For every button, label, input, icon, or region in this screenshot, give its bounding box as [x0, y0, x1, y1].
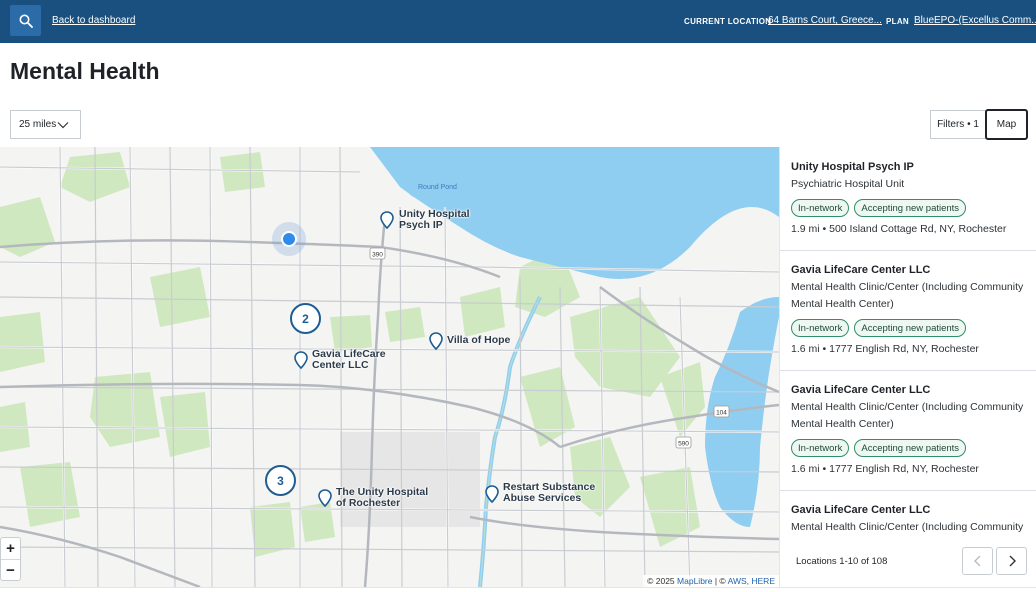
map-marker-label: Gavia LifeCare Center LLC — [312, 348, 386, 371]
in-network-badge: In-network — [791, 439, 850, 457]
map-pin-icon[interactable] — [429, 332, 443, 355]
distance-select[interactable]: 25 miles — [10, 110, 81, 139]
plan-link[interactable]: BlueEPO-(Excellus Comm... — [914, 15, 1036, 26]
result-type: Psychiatric Hospital Unit — [791, 178, 905, 190]
previous-page-button[interactable] — [962, 547, 993, 575]
road-shield-390: 390 — [372, 252, 383, 259]
result-type: Mental Health Clinic/Center (Including C… — [791, 521, 1024, 533]
map-pin-icon[interactable] — [380, 211, 394, 234]
result-card[interactable]: Unity Hospital Psych IP Psychiatric Hosp… — [780, 147, 1036, 251]
zoom-in-button[interactable]: + — [1, 538, 20, 559]
accepting-patients-badge: Accepting new patients — [854, 199, 967, 217]
user-location-marker — [272, 222, 306, 256]
map-cluster[interactable]: 2 — [290, 303, 321, 334]
road-shield-590: 590 — [678, 441, 689, 448]
map-view-button[interactable]: Map — [985, 109, 1028, 140]
current-location-link[interactable]: 64 Barns Court, Greece... — [768, 15, 882, 26]
map-marker-label: Villa of Hope — [447, 334, 511, 346]
result-name: Gavia LifeCare Center LLC — [791, 264, 931, 276]
result-card[interactable]: Gavia LifeCare Center LLC Mental Health … — [780, 251, 1036, 371]
in-network-badge: In-network — [791, 199, 850, 217]
search-button[interactable] — [10, 5, 41, 36]
plan-label: PLAN — [886, 17, 909, 26]
in-network-badge: In-network — [791, 319, 850, 337]
result-name: Gavia LifeCare Center LLC — [791, 504, 931, 516]
result-card[interactable]: Gavia LifeCare Center LLC Mental Health … — [780, 371, 1036, 491]
result-type: Mental Health Clinic/Center (Including C… — [791, 401, 1024, 430]
next-page-button[interactable] — [996, 547, 1027, 575]
map-attribution: © 2025 MapLibre | © AWS, HERE — [643, 575, 779, 587]
water-label: Round Pond — [418, 184, 457, 191]
chevron-right-icon — [1009, 555, 1016, 567]
result-address: 1.6 mi • 1777 English Rd, NY, Rochester — [791, 343, 979, 355]
map[interactable]: 390 104 590 Round Pond 2 3 Unity Hospita… — [0, 147, 779, 587]
zoom-control: + − — [0, 537, 21, 581]
map-marker-label: Unity Hospital Psych IP — [399, 208, 470, 231]
top-bar: Back to dashboard CURRENT LOCATION 64 Ba… — [0, 0, 1036, 43]
chevron-down-icon — [57, 122, 69, 129]
chevron-left-icon — [973, 555, 980, 567]
result-name: Unity Hospital Psych IP — [791, 161, 914, 173]
results-list: Unity Hospital Psych IP Psychiatric Hosp… — [779, 147, 1036, 537]
pagination: Locations 1-10 of 108 — [779, 537, 1036, 587]
accepting-patients-badge: Accepting new patients — [854, 439, 967, 457]
result-name: Gavia LifeCare Center LLC — [791, 384, 931, 396]
map-pin-icon[interactable] — [485, 485, 499, 508]
result-address: 1.9 mi • 500 Island Cottage Rd, NY, Roch… — [791, 223, 1007, 235]
aws-here-link[interactable]: AWS, HERE — [728, 576, 775, 586]
zoom-out-button[interactable]: − — [1, 560, 20, 581]
page-footer-rule — [0, 587, 1036, 592]
search-icon — [19, 14, 33, 28]
map-pin-icon[interactable] — [294, 351, 308, 374]
maplibre-link[interactable]: MapLibre — [677, 576, 712, 586]
map-marker-label: The Unity Hospital of Rochester — [336, 486, 429, 509]
road-shield-104: 104 — [716, 410, 727, 417]
page-title: Mental Health — [10, 58, 160, 84]
map-marker-label: Restart Substance Abuse Services — [503, 481, 596, 504]
locations-count: Locations 1-10 of 108 — [796, 556, 888, 567]
back-to-dashboard-link[interactable]: Back to dashboard — [52, 15, 135, 26]
result-type: Mental Health Clinic/Center (Including C… — [791, 281, 1024, 310]
current-location-label: CURRENT LOCATION — [684, 17, 772, 26]
distance-value: 25 miles — [19, 119, 57, 130]
result-address: 1.6 mi • 1777 English Rd, NY, Rochester — [791, 463, 979, 475]
accepting-patients-badge: Accepting new patients — [854, 319, 967, 337]
result-card[interactable]: Gavia LifeCare Center LLC Mental Health … — [780, 491, 1036, 537]
filters-button[interactable]: Filters • 1 — [930, 110, 986, 139]
map-pin-icon[interactable] — [318, 489, 332, 512]
map-cluster[interactable]: 3 — [265, 465, 296, 496]
